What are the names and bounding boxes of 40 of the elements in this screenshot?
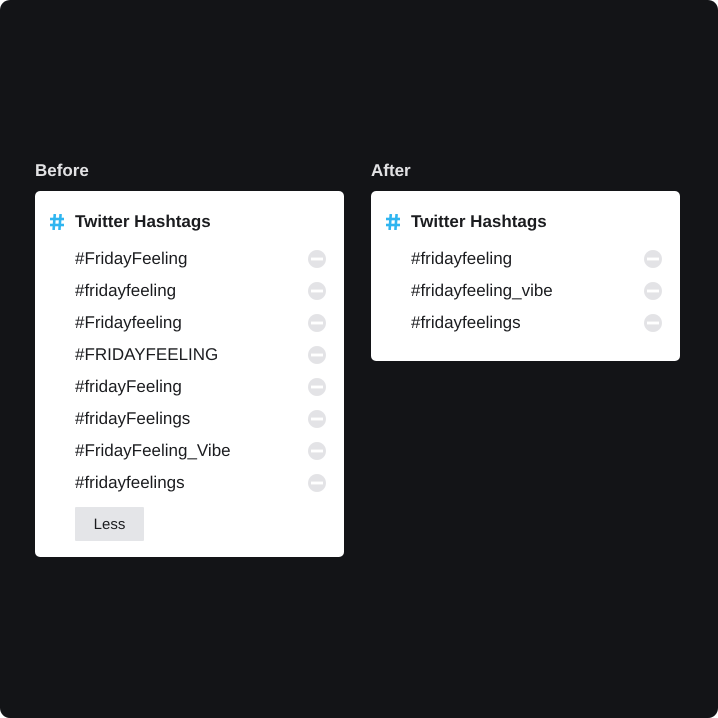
card-title: Twitter Hashtags [75,211,211,233]
hashtag-text: #FRIDAYFEELING [75,345,218,365]
hashtag-text: #fridayfeelings [411,313,521,333]
remove-button[interactable] [644,282,662,300]
minus-circle-icon [308,378,326,396]
remove-button[interactable] [308,442,326,460]
minus-circle-icon [308,282,326,300]
minus-circle-icon [308,410,326,428]
minus-circle-icon [308,314,326,332]
hashtag-text: #FridayFeeling_Vibe [75,441,231,461]
minus-circle-icon [308,474,326,492]
remove-button[interactable] [308,346,326,364]
less-button[interactable]: Less [75,507,144,541]
remove-button[interactable] [308,474,326,492]
remove-button[interactable] [308,250,326,268]
hashtag-text: #fridayFeeling [75,377,182,397]
hashtag-text: #Fridayfeeling [75,313,182,333]
minus-circle-icon [644,314,662,332]
hashtag-text: #fridayFeelings [75,409,190,429]
minus-circle-icon [308,442,326,460]
remove-button[interactable] [308,314,326,332]
remove-button[interactable] [644,314,662,332]
remove-button[interactable] [308,282,326,300]
hashtag-text: #fridayfeelings [75,473,185,493]
remove-button[interactable] [308,378,326,396]
panel-label: After [371,160,412,182]
minus-circle-icon [308,250,326,268]
hash-icon [50,214,64,230]
remove-button[interactable] [644,250,662,268]
hashtag-text: #fridayfeeling [75,281,176,301]
minus-circle-icon [644,282,662,300]
minus-circle-icon [308,346,326,364]
hash-icon [386,214,400,230]
remove-button[interactable] [308,410,326,428]
card-title: Twitter Hashtags [411,211,547,233]
hashtag-text: #FridayFeeling [75,249,188,269]
hashtag-text: #fridayfeeling [411,249,512,269]
panel-label: Before [35,160,90,182]
minus-circle-icon [644,250,662,268]
hashtag-text: #fridayfeeling_vibe [411,281,553,301]
